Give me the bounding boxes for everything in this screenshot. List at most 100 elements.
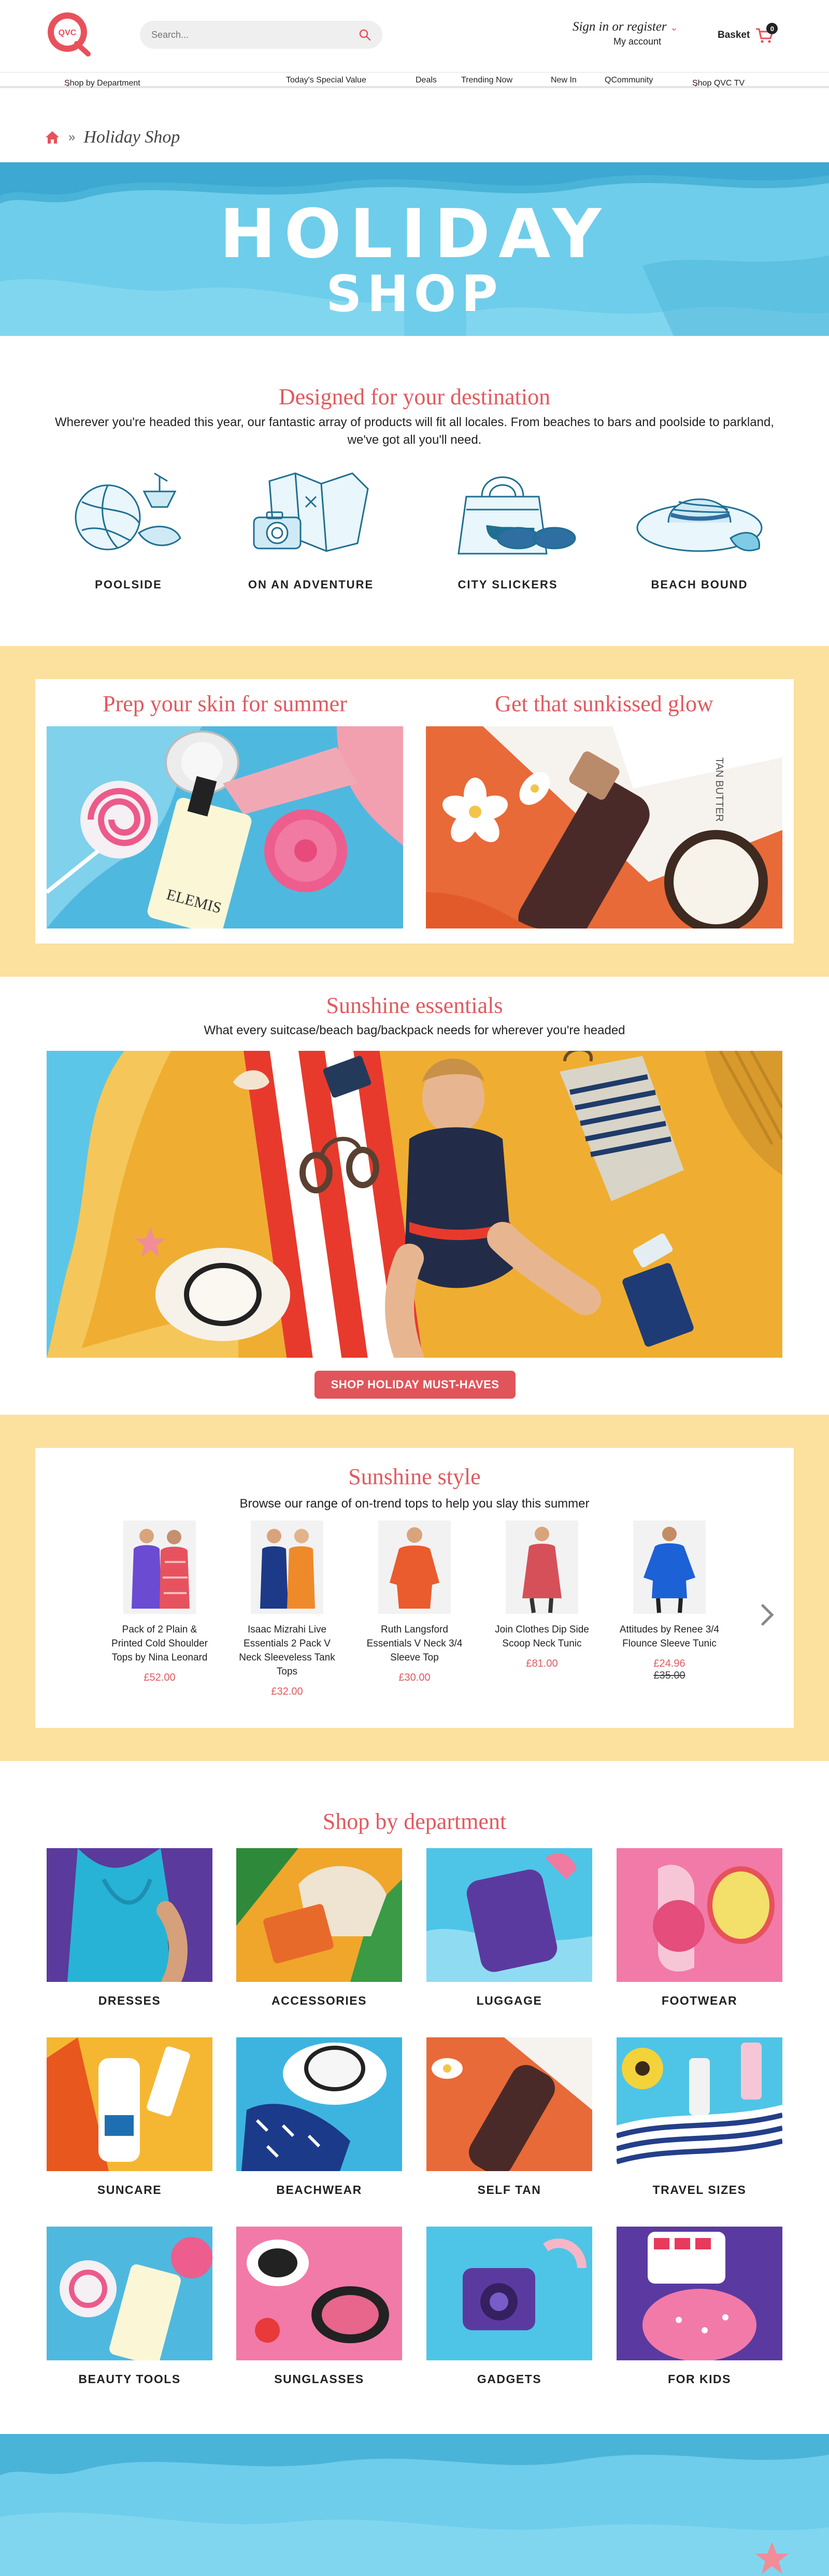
dept-label: BEACHWEAR	[276, 2183, 362, 2197]
destination-label: POOLSIDE	[95, 578, 162, 591]
footer-banner	[0, 2434, 829, 2576]
dept-beauty-tools[interactable]: BEAUTY TOOLS	[47, 2227, 212, 2386]
breadcrumb: » Holiday Shop	[45, 128, 180, 147]
nav-item-new-in[interactable]: New In	[551, 76, 577, 85]
style-subtitle: Browse our range of on-trend tops to hel…	[239, 1497, 590, 1511]
destination-label: BEACH BOUND	[651, 578, 748, 591]
product-name[interactable]: Attitudes by Renee 3/4 Flounce Sleeve Tu…	[618, 1623, 721, 1651]
product-name[interactable]: Ruth Langsford Essentials V Neck 3/4 Sle…	[363, 1623, 466, 1665]
style-heading: Sunshine style	[348, 1464, 481, 1489]
destination-heading: Designed for your destination	[278, 384, 551, 410]
nav-item-qcommunity[interactable]: QCommunity	[605, 76, 653, 85]
essentials-subtitle: What every suitcase/beach bag/backpack n…	[204, 1023, 625, 1037]
chevron-down-icon: ⌄	[669, 22, 678, 33]
beach-ball-icon	[75, 472, 181, 551]
product-image	[506, 1521, 578, 1614]
dept-suncare[interactable]: SUNCARE	[47, 2037, 212, 2197]
handbag-sunglasses-icon	[458, 476, 576, 555]
page-title: Holiday Shop	[83, 128, 180, 147]
destination-label: ON AN ADVENTURE	[248, 578, 374, 591]
chevron-down-icon: ⌄	[692, 80, 699, 89]
product-image	[633, 1521, 706, 1614]
dept-travel-sizes[interactable]: TRAVEL SIZES	[616, 2037, 783, 2197]
nav-item-trending-now[interactable]: Trending Now	[461, 76, 512, 85]
product-was-price: £35.00	[653, 1670, 685, 1681]
product-card[interactable]: Pack of 2 Plain & Printed Cold Shoulder …	[108, 1521, 211, 1684]
destination-description: Wherever you're headed this year, our fa…	[55, 415, 774, 447]
dept-label: LUGGAGE	[476, 1994, 542, 2007]
dept-tile-image	[47, 2037, 212, 2171]
dept-accessories[interactable]: ACCESSORIES	[236, 1848, 402, 2008]
product-name[interactable]: Isaac Mizrahi Live Essentials 2 Pack V N…	[235, 1623, 339, 1679]
dept-luggage[interactable]: LUGGAGE	[426, 1848, 592, 2008]
destination-label: CITY SLICKERS	[458, 578, 558, 591]
nav-item-deals[interactable]: Deals	[416, 76, 437, 85]
dept-tile-image	[236, 2227, 402, 2360]
search-input[interactable]	[151, 29, 348, 40]
promo-skin-summer[interactable]: Prep your skin for summer ELEMIS	[47, 691, 403, 928]
chevron-down-icon: ⌄	[64, 80, 72, 89]
promo-card: Prep your skin for summer ELEMIS Get tha…	[35, 679, 794, 944]
dept-label: GADGETS	[477, 2372, 542, 2386]
dept-tile-image	[47, 1848, 212, 1991]
dept-tile-image	[617, 1848, 782, 1982]
logo-text: QVC	[59, 29, 77, 37]
home-icon[interactable]	[45, 130, 60, 145]
product-price: £30.00	[398, 1672, 431, 1683]
wave-illustration	[0, 2434, 829, 2576]
skincare-image: ELEMIS	[47, 726, 403, 928]
dept-dresses[interactable]: DRESSES	[47, 1848, 212, 2008]
product-name[interactable]: Pack of 2 Plain & Printed Cold Shoulder …	[108, 1623, 211, 1665]
promo-band: Prep your skin for summer ELEMIS Get tha…	[0, 646, 829, 977]
dept-gadgets[interactable]: GADGETS	[426, 2227, 592, 2386]
product-price: £81.00	[526, 1658, 558, 1669]
dept-beachwear[interactable]: BEACHWEAR	[236, 2037, 402, 2197]
dept-for-kids[interactable]: FOR KIDS	[617, 2227, 782, 2386]
nav-item-todays-special-value[interactable]: Today's Special Value	[286, 76, 366, 85]
style-band: Sunshine style Browse our range of on-tr…	[0, 1415, 829, 1761]
dept-tile-image	[426, 2227, 592, 2360]
dept-label: SELF TAN	[477, 2183, 541, 2197]
promo-sunkissed-glow[interactable]: Get that sunkissed glow TAN BUTTER	[426, 691, 782, 928]
promo-title: Prep your skin for summer	[103, 691, 347, 716]
essentials-image[interactable]	[47, 1051, 782, 1358]
departments-heading: Shop by department	[322, 1809, 507, 1834]
dept-tile-image	[617, 2227, 782, 2361]
qvc-logo[interactable]: QVC	[45, 9, 92, 57]
destination-city-slickers[interactable]: CITY SLICKERS	[425, 460, 591, 592]
product-card[interactable]: Isaac Mizrahi Live Essentials 2 Pack V N…	[235, 1521, 339, 1698]
chevron-right-icon[interactable]	[760, 1603, 775, 1626]
dept-sunglasses[interactable]: SUNGLASSES	[236, 2227, 402, 2386]
product-card[interactable]: Join Clothes Dip Side Scoop Neck Tunic £…	[490, 1521, 594, 1670]
shop-holiday-must-haves-button[interactable]: SHOP HOLIDAY MUST-HAVES	[315, 1371, 516, 1399]
dept-label: ACCESSORIES	[271, 1994, 367, 2007]
destination-on-an-adventure[interactable]: ON AN ADVENTURE	[228, 460, 394, 592]
signin-link[interactable]: Sign in or register	[573, 20, 667, 34]
dept-tile-image	[616, 2037, 783, 2171]
product-card[interactable]: Ruth Langsford Essentials V Neck 3/4 Sle…	[363, 1521, 466, 1684]
search-bar	[140, 21, 382, 49]
dept-tile-image	[236, 1848, 402, 1982]
dept-tile-image	[426, 1848, 592, 1982]
site-header: QVC Sign in or register ⌄ My account Bas…	[0, 0, 829, 73]
dept-self-tan[interactable]: SELF TAN	[426, 2037, 592, 2197]
dept-label: FOOTWEAR	[661, 1994, 738, 2007]
dept-label: BEAUTY TOOLS	[78, 2372, 181, 2386]
account-menu[interactable]: Sign in or register ⌄ My account	[548, 20, 678, 47]
product-price: £52.00	[144, 1672, 176, 1683]
product-image	[251, 1521, 323, 1614]
self-tan-image: TAN BUTTER	[426, 726, 782, 928]
dept-tile-image	[426, 2037, 592, 2176]
basket-count-badge: 0	[766, 23, 778, 34]
basket-button[interactable]: Basket 0	[718, 23, 778, 44]
dept-footwear[interactable]: FOOTWEAR	[617, 1848, 782, 2008]
product-card[interactable]: Attitudes by Renee 3/4 Flounce Sleeve Tu…	[618, 1521, 721, 1682]
my-account-link[interactable]: My account	[548, 36, 678, 47]
destination-beach-bound[interactable]: BEACH BOUND	[617, 460, 782, 592]
product-name[interactable]: Join Clothes Dip Side Scoop Neck Tunic	[490, 1623, 594, 1651]
destination-poolside[interactable]: POOLSIDE	[46, 460, 211, 592]
dept-label: FOR KIDS	[668, 2372, 731, 2386]
search-icon[interactable]	[359, 29, 371, 41]
essentials-heading: Sunshine essentials	[326, 993, 503, 1018]
product-image	[378, 1521, 451, 1614]
